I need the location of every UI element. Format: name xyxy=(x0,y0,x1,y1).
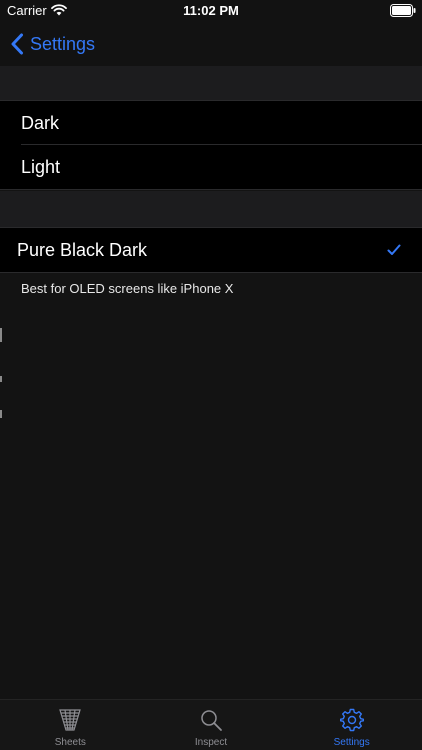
tab-sheets[interactable]: Sheets xyxy=(0,700,141,750)
back-button-label: Settings xyxy=(30,33,96,54)
theme-options-group: Dark Light xyxy=(0,100,422,190)
screen: Carrier 11:02 PM Settings Dark Light Pur… xyxy=(0,0,422,750)
sheets-icon xyxy=(59,709,82,731)
tab-label: Settings xyxy=(333,737,370,748)
battery-icon xyxy=(390,4,416,17)
section-spacer xyxy=(0,66,422,100)
magnifier-icon xyxy=(201,710,222,731)
edge-mark xyxy=(0,328,2,342)
tab-inspect[interactable]: Inspect xyxy=(141,700,282,750)
tab-label: Inspect xyxy=(194,737,228,748)
section-footer: Best for OLED screens like iPhone X xyxy=(21,281,234,296)
black-option-group: Pure Black Dark xyxy=(0,227,422,273)
back-button[interactable]: Settings xyxy=(10,30,95,58)
status-time: 11:02 PM xyxy=(183,3,239,18)
tab-bar: Sheets Inspect Settings xyxy=(0,699,422,750)
navigation-bar: Settings xyxy=(0,22,422,66)
theme-option-label: Dark xyxy=(21,112,60,133)
checkmark-icon xyxy=(387,244,401,255)
section-spacer xyxy=(0,191,422,227)
theme-option-pure-black-dark[interactable]: Pure Black Dark xyxy=(0,228,422,272)
status-bar: Carrier 11:02 PM xyxy=(0,0,422,22)
edge-mark xyxy=(0,410,2,418)
tab-label: Sheets xyxy=(54,737,86,748)
theme-option-light[interactable]: Light xyxy=(0,145,422,189)
theme-option-dark[interactable]: Dark xyxy=(0,101,422,145)
theme-option-label: Light xyxy=(21,156,61,177)
chevron-left-icon xyxy=(11,33,23,55)
gear-icon xyxy=(339,708,364,732)
tab-settings[interactable]: Settings xyxy=(281,700,422,750)
edge-mark xyxy=(0,376,2,382)
theme-option-label: Pure Black Dark xyxy=(17,239,148,260)
